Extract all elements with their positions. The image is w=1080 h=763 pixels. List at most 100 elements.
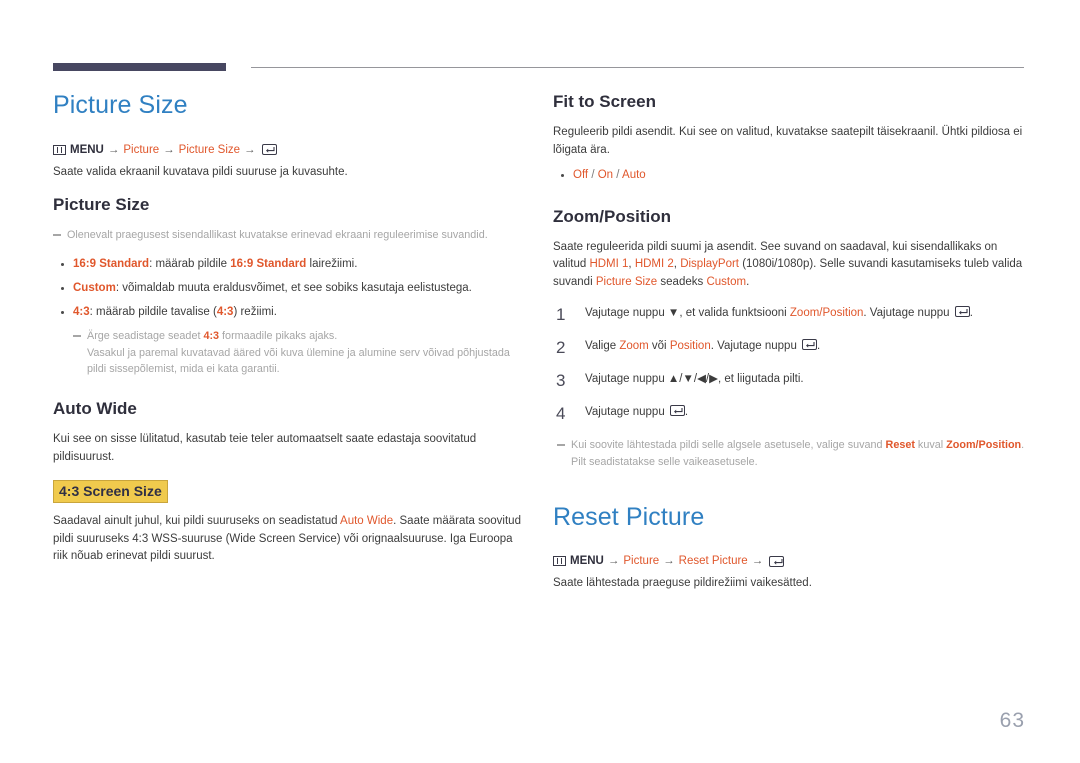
- option-term-43: 4:3: [73, 306, 90, 319]
- zoom-body-text-c: seadeks: [657, 275, 707, 288]
- sub-note-text-a: Ärge seadistage seadet: [87, 330, 204, 343]
- breadcrumb-menu-label: MENU: [570, 555, 604, 568]
- picture-size-note: Olenevalt praegusest sisendallikast kuva…: [53, 227, 523, 243]
- page-title: Picture Size: [53, 91, 188, 119]
- zoom-position-steps: 1 Vajutage nuppu ▼, et valida funktsiooni…: [553, 305, 1025, 423]
- breadcrumb-reset-picture: MENU → Picture → Reset Picture →: [553, 553, 1025, 569]
- right-column: Fit to Screen Reguleerib pildi asendit. …: [553, 92, 1025, 607]
- source-hdmi1: HDMI 1: [589, 258, 629, 271]
- step-text-d: .: [817, 340, 821, 353]
- step-number: 4: [556, 404, 566, 424]
- enter-key-icon: [769, 555, 785, 567]
- page-number: 63: [999, 709, 1025, 732]
- option-separator: /: [588, 169, 598, 182]
- breadcrumb-arrow-icon: →: [244, 143, 256, 156]
- step-text-d: .: [684, 406, 689, 419]
- breadcrumb-arrow-icon: →: [663, 555, 675, 568]
- step-number: 3: [556, 371, 566, 391]
- picture-size-option-list: 16:9 Standard: määrab pildile 16:9 Stand…: [53, 256, 523, 322]
- step-text-b: , et valida funktsiooni: [679, 307, 790, 320]
- note-term-reset: Reset: [885, 439, 915, 452]
- list-item: Custom: võimaldab muuta eraldusvõimet, e…: [53, 280, 523, 297]
- breadcrumb-item-reset-picture: Reset Picture: [678, 555, 748, 568]
- list-item: Off / On / Auto: [553, 167, 1025, 184]
- picture-size-intro: Saate valida ekraanil kuvatava pildi suu…: [53, 165, 348, 178]
- zoom-body-term-custom: Custom: [706, 275, 747, 288]
- option-term-custom: Custom: [73, 281, 116, 294]
- section-heading-picture-size: Picture Size: [53, 195, 150, 215]
- enter-key-icon: [802, 339, 818, 351]
- note-text-b: kuval: [914, 439, 947, 452]
- breadcrumb-item-picture-size: Picture Size: [178, 143, 241, 156]
- fit-to-screen-body: Reguleerib pildi asendit. Kui see on val…: [553, 126, 1023, 156]
- picture-size-sub-note: Ärge seadistage seadet 4:3 formaadile pi…: [73, 328, 523, 377]
- step-text-c: . Vajutage nuppu: [863, 307, 953, 320]
- direction-arrows-icon: ▲/▼/◀/▶: [667, 373, 718, 386]
- step-number: 2: [556, 338, 566, 358]
- menu-grid-icon: [553, 556, 566, 567]
- step-number: 1: [556, 305, 566, 325]
- sub-note-term-43: 4:3: [203, 330, 220, 343]
- breadcrumb-arrow-icon: →: [751, 555, 764, 568]
- option-inline-term: 16:9 Standard: [230, 257, 307, 270]
- arrow-down-icon: ▼: [667, 307, 680, 320]
- step-term-zoom-position: Zoom/Position: [789, 307, 864, 320]
- menu-grid-icon: [53, 144, 66, 155]
- option-text: : määrab pildile tavalise (: [89, 306, 217, 319]
- list-item: 2 Valige Zoom või Position. Vajutage nupp…: [553, 338, 1025, 357]
- breadcrumb-arrow-icon: →: [163, 143, 175, 156]
- list-item: 16:9 Standard: määrab pildile 16:9 Stand…: [53, 256, 523, 273]
- left-column: Picture Size MENU → Picture → Picture Si…: [53, 91, 523, 580]
- step-text-a: Vajutage nuppu: [585, 307, 668, 320]
- header-thin-line: [251, 67, 1024, 68]
- enter-key-icon: [261, 144, 277, 156]
- list-item: 3 Vajutage nuppu ▲/▼/◀/▶, et liigutada pi…: [553, 371, 1025, 390]
- breadcrumb: MENU → Picture → Picture Size →: [53, 142, 523, 158]
- breadcrumb-arrow-icon: →: [107, 143, 120, 156]
- option-inline-term: 4:3: [216, 306, 234, 319]
- list-item: 4 Vajutage nuppu .: [553, 404, 1025, 423]
- breadcrumb-arrow-icon: →: [607, 555, 620, 568]
- page-title-reset-picture: Reset Picture: [553, 502, 705, 531]
- zoom-body-text-d: .: [746, 275, 750, 288]
- option-on: On: [597, 169, 614, 182]
- 43-body-term-auto-wide: Auto Wide: [340, 515, 394, 528]
- fit-to-screen-option-list: Off / On / Auto: [553, 167, 1025, 184]
- section-heading-fit-to-screen: Fit to Screen: [553, 92, 656, 111]
- zoom-position-note: Kui soovite lähtestada pildi selle algse…: [557, 437, 1025, 469]
- step-text-a: Vajutage nuppu: [585, 406, 668, 419]
- step-term-position: Position: [669, 340, 711, 353]
- option-text: : määrab pildile: [149, 257, 231, 270]
- step-text-b: , et liigutada pilti.: [717, 373, 804, 386]
- reset-picture-body: Saate lähtestada praeguse pildirežiimi v…: [553, 577, 812, 590]
- breadcrumb-item-picture: Picture: [623, 555, 660, 568]
- enter-key-icon: [669, 405, 685, 417]
- list-item: 1 Vajutage nuppu ▼, et valida funktsiooni…: [553, 305, 1025, 324]
- page-header-rule: [53, 63, 1024, 72]
- option-text-tail: lairežiimi.: [306, 257, 358, 270]
- sub-note-line2: Vasakul ja paremal kuvatavad ääred või k…: [87, 346, 510, 375]
- option-term-169-standard: 16:9 Standard: [73, 257, 150, 270]
- header-accent-bar: [53, 63, 226, 71]
- source-displayport: DisplayPort: [680, 258, 739, 271]
- step-term-zoom: Zoom: [619, 340, 649, 353]
- 43-screen-size-body: Saadaval ainult juhul, kui pildi suuruse…: [53, 513, 523, 565]
- note-term-zoom-position: Zoom/Position: [946, 439, 1022, 452]
- option-text-tail: ) režiimi.: [233, 306, 277, 319]
- sub-note-text-b: formaadile pikaks ajaks.: [219, 330, 338, 343]
- zoom-position-body: Saate reguleerida pildi suumi ja asendit…: [553, 239, 1025, 291]
- option-auto: Auto: [622, 169, 646, 182]
- source-hdmi2: HDMI 2: [634, 258, 674, 271]
- option-off: Off: [573, 169, 589, 182]
- section-heading-43-screen-size: 4:3 Screen Size: [53, 480, 168, 504]
- section-heading-zoom-position: Zoom/Position: [553, 206, 672, 226]
- breadcrumb-item-picture: Picture: [123, 143, 160, 156]
- step-text-b: või: [648, 340, 670, 353]
- list-item: 4:3: määrab pildile tavalise (4:3) režii…: [53, 304, 523, 321]
- section-heading-auto-wide: Auto Wide: [53, 398, 137, 418]
- 43-body-text-a: Saadaval ainult juhul, kui pildi suuruse…: [53, 515, 341, 528]
- auto-wide-body: Kui see on sisse lülitatud, kasutab teie…: [53, 433, 477, 463]
- note-text-a: Kui soovite lähtestada pildi selle algse…: [571, 439, 886, 452]
- step-text-c: . Vajutage nuppu: [710, 340, 801, 353]
- zoom-body-term-picture-size: Picture Size: [595, 275, 658, 288]
